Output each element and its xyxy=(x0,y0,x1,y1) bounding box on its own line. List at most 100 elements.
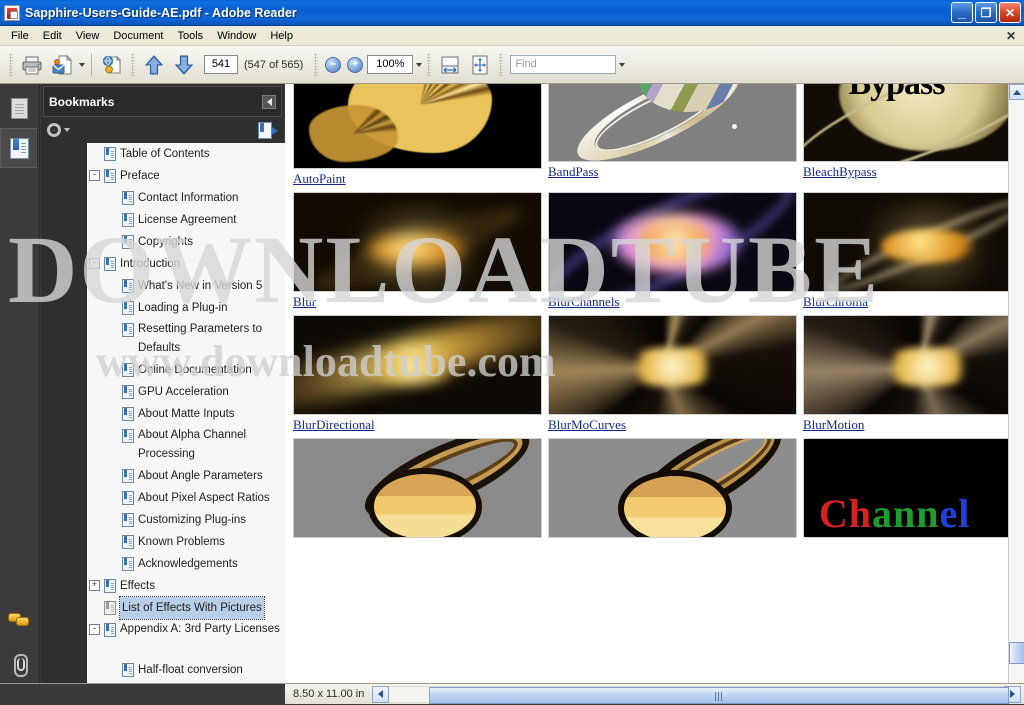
bookmark-item[interactable]: What's New in Version 5 xyxy=(87,275,315,297)
options-dropdown-caret[interactable] xyxy=(64,128,70,132)
email-dropdown-caret[interactable] xyxy=(79,63,85,67)
effect-link[interactable]: BlurChannels xyxy=(548,294,620,309)
bookmark-item[interactable]: Table of Contents xyxy=(87,143,315,165)
bookmark-item[interactable]: Online Documentation xyxy=(87,359,315,381)
main-toolbar: 541 (547 of 565) – + 100% Find xyxy=(0,46,1024,84)
page-number-input[interactable]: 541 xyxy=(204,55,238,74)
close-button[interactable]: ✕ xyxy=(999,2,1021,23)
collapse-navigation-pane-button[interactable] xyxy=(262,95,276,109)
scroll-left-button[interactable] xyxy=(372,686,389,703)
horizontal-scroll-track[interactable] xyxy=(389,686,1004,703)
email-button[interactable] xyxy=(48,51,76,79)
bookmark-item[interactable]: Known Problems xyxy=(87,531,315,553)
toolbar-grip[interactable] xyxy=(9,53,13,77)
effect-link[interactable]: BlurDirectional xyxy=(293,417,375,432)
effect-cell: BlurChroma xyxy=(803,192,1024,315)
bookmark-item[interactable]: Customizing Plug-ins xyxy=(87,509,315,531)
menu-item-window[interactable]: Window xyxy=(210,28,263,44)
document-scroll-up-button[interactable] xyxy=(1009,84,1024,100)
menu-item-file[interactable]: File xyxy=(4,28,36,44)
horizontal-scroll-thumb[interactable] xyxy=(429,687,1009,704)
sidebar-item-pages[interactable] xyxy=(0,88,38,128)
sidebar-item-bookmarks[interactable] xyxy=(0,128,38,168)
bookmark-label: Effects xyxy=(120,575,155,597)
toolbar-grip-4[interactable] xyxy=(427,53,431,77)
zoom-dropdown-caret[interactable] xyxy=(416,63,422,67)
previous-page-button[interactable] xyxy=(140,51,168,79)
toolbar-grip-2[interactable] xyxy=(131,53,135,77)
bookmark-item[interactable]: -Appendix A: 3rd Party Licenses xyxy=(87,619,315,659)
document-scrollbar[interactable] xyxy=(1008,84,1024,704)
bookmark-item[interactable]: About Alpha Channel Processing xyxy=(87,425,315,465)
bookmark-item[interactable]: Copyrights xyxy=(87,231,315,253)
effect-thumbnail xyxy=(293,438,542,538)
collapse-toggle-icon[interactable]: - xyxy=(89,624,100,635)
bookmark-item[interactable]: About Angle Parameters xyxy=(87,465,315,487)
bookmark-item[interactable]: Loading a Plug-in xyxy=(87,297,315,319)
menu-item-document[interactable]: Document xyxy=(106,28,170,44)
bookmark-item[interactable]: - Preface xyxy=(87,165,315,187)
effect-thumbnail xyxy=(293,315,542,415)
bookmark-item[interactable]: License Agreement xyxy=(87,209,315,231)
collapse-toggle-icon[interactable]: - xyxy=(89,258,100,269)
bookmark-item[interactable]: GPU Acceleration xyxy=(87,381,315,403)
bookmark-label: Contact Information xyxy=(138,187,238,209)
effect-link[interactable]: Blur xyxy=(293,294,316,309)
print-button[interactable] xyxy=(18,51,46,79)
find-dropdown-caret[interactable] xyxy=(619,63,625,67)
expand-current-bookmark-icon[interactable] xyxy=(258,122,278,139)
toolbar-grip-5[interactable] xyxy=(499,53,503,77)
gear-icon[interactable] xyxy=(47,123,61,137)
sidebar-item-attachments[interactable] xyxy=(0,644,38,684)
toolbar-grip-3[interactable] xyxy=(314,53,318,77)
menu-item-help[interactable]: Help xyxy=(263,28,300,44)
bookmark-page-icon xyxy=(122,279,134,293)
minimize-button[interactable]: _ xyxy=(951,2,973,23)
snapshot-button[interactable] xyxy=(98,51,126,79)
effect-link[interactable]: BlurChroma xyxy=(803,294,868,309)
bookmark-item[interactable]: + Effects xyxy=(87,575,315,597)
menu-item-view[interactable]: View xyxy=(69,28,107,44)
menu-item-edit[interactable]: Edit xyxy=(36,28,69,44)
sidebar-item-comments[interactable] xyxy=(0,600,38,640)
next-page-button[interactable] xyxy=(170,51,198,79)
close-icon: ✕ xyxy=(1000,3,1020,22)
fit-width-button[interactable] xyxy=(436,51,464,79)
menu-item-tools[interactable]: Tools xyxy=(171,28,211,44)
document-scroll-thumb[interactable] xyxy=(1009,642,1024,664)
effect-cell: BlurMotion xyxy=(803,315,1024,438)
bookmark-item[interactable]: About Pixel Aspect Ratios xyxy=(87,487,315,509)
restore-button[interactable]: ❐ xyxy=(975,2,997,23)
effect-link[interactable]: BlurMotion xyxy=(803,417,864,432)
effect-link[interactable]: BandPass xyxy=(548,164,599,179)
horizontal-scrollbar[interactable] xyxy=(372,686,1021,703)
bookmark-item[interactable]: Resetting Parameters to Defaults xyxy=(87,319,315,359)
expand-toggle-icon[interactable]: + xyxy=(89,580,100,591)
chevron-up-icon xyxy=(1013,90,1021,95)
email-document-icon xyxy=(51,54,73,76)
effect-link[interactable]: BleachBypass xyxy=(803,164,877,179)
window-controls: _ ❐ ✕ xyxy=(951,2,1021,23)
bookmark-item[interactable]: List of Effects With Pictures xyxy=(87,597,315,619)
bookmark-item[interactable]: Contact Information xyxy=(87,187,315,209)
bookmark-item[interactable]: -Introduction xyxy=(87,253,315,275)
navigation-rail xyxy=(0,84,40,704)
collapse-toggle-icon[interactable]: - xyxy=(89,170,100,181)
effect-link[interactable]: BlurMoCurves xyxy=(548,417,626,432)
zoom-level-input[interactable]: 100% xyxy=(367,55,413,74)
bookmark-item[interactable]: Half-float conversion xyxy=(87,659,315,681)
document-view[interactable]: AutoPaintBandPassBypassBleachBypassBlurB… xyxy=(285,84,1024,704)
bookmark-item[interactable]: Acknowledgements xyxy=(87,553,315,575)
fit-page-button[interactable] xyxy=(466,51,494,79)
bookmark-label: Preface xyxy=(120,165,160,187)
find-input[interactable]: Find xyxy=(510,55,616,74)
effect-link[interactable]: AutoPaint xyxy=(293,171,346,186)
zoom-out-button[interactable]: – xyxy=(325,57,341,73)
close-document-icon[interactable]: ✕ xyxy=(1006,29,1016,43)
zoom-in-button[interactable]: + xyxy=(347,57,363,73)
bookmarks-tree[interactable]: Table of Contents - PrefaceContact Informa… xyxy=(87,143,315,691)
effect-thumbnail: Channel xyxy=(803,438,1024,538)
bookmark-label: About Angle Parameters xyxy=(138,465,263,487)
effect-caption: BlurDirectional xyxy=(293,415,542,438)
bookmark-item[interactable]: About Matte Inputs xyxy=(87,403,315,425)
